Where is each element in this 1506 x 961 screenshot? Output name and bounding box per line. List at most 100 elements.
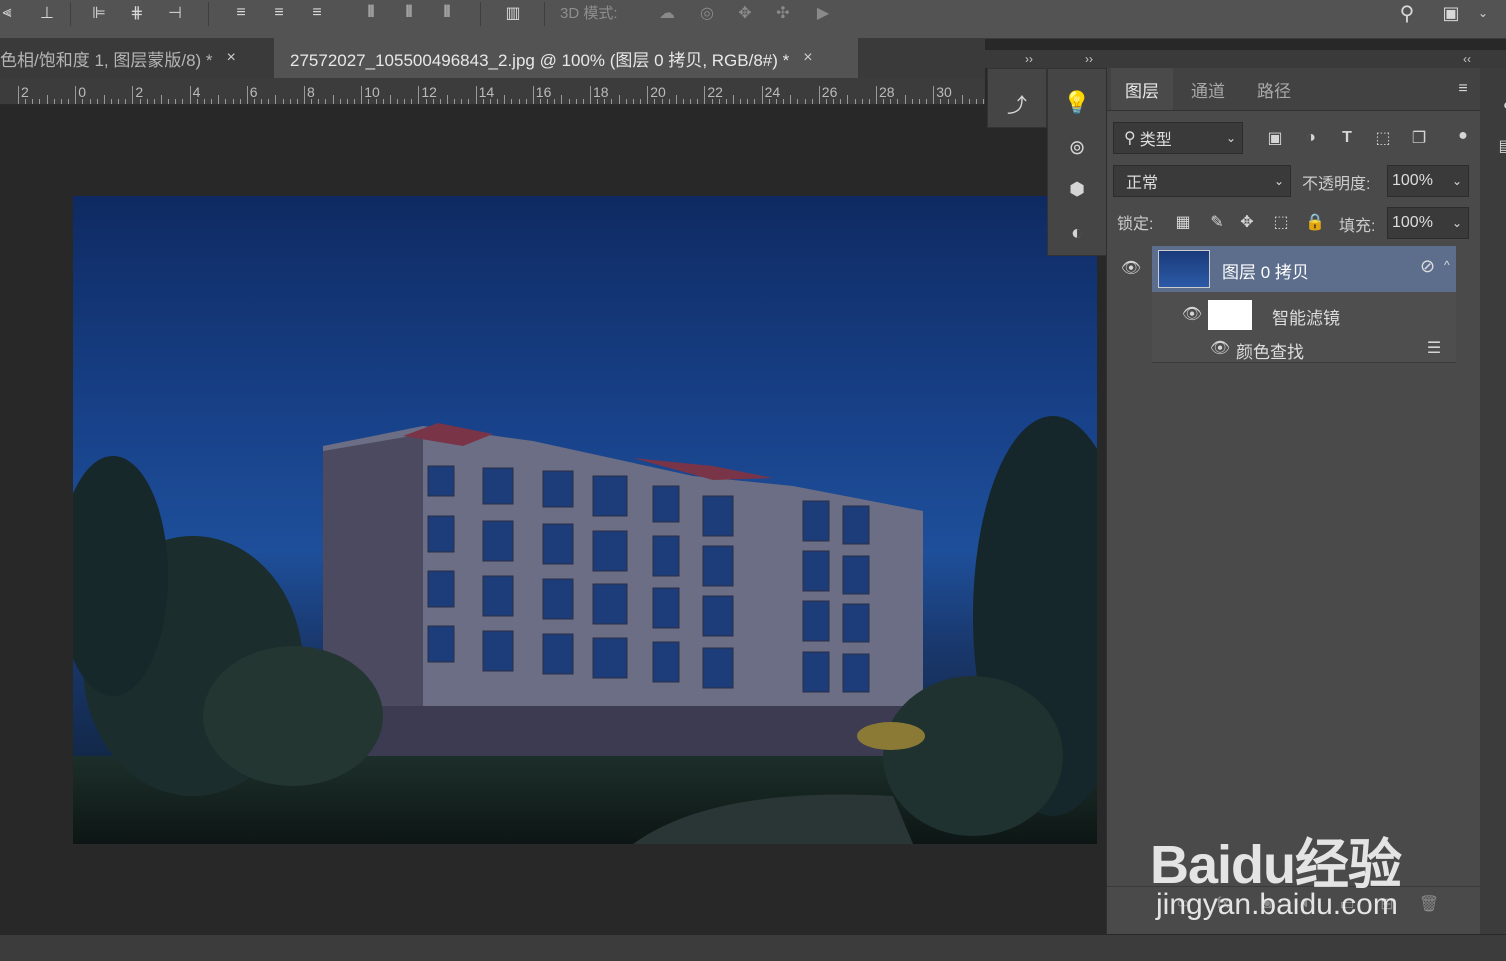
lock-position-icon[interactable]: ✥ <box>1235 210 1259 234</box>
distribute-left-icon[interactable]: ⦀ <box>360 2 382 24</box>
align-bottom-icon[interactable]: ⊥ <box>36 2 58 24</box>
filter-name[interactable]: 颜色查找 <box>1236 338 1304 363</box>
ruler-minor-tick <box>840 99 842 104</box>
collapse-dock-icon[interactable]: ›› <box>1025 52 1033 66</box>
document-image[interactable] <box>73 196 1097 844</box>
align-left-icon[interactable]: ⊫ <box>88 2 110 24</box>
ruler-minor-tick <box>239 99 241 104</box>
ruler-minor-tick <box>139 99 141 104</box>
filter-blending-options-icon[interactable]: ☰ <box>1422 336 1446 360</box>
workspace-dropdown-icon[interactable]: ⌄ <box>1472 2 1494 24</box>
distribute-right-icon[interactable]: ⦀ <box>436 2 458 24</box>
ruler-minor-tick <box>747 99 749 104</box>
collapsed-panel-icon[interactable]: ◖ <box>1494 94 1506 118</box>
visibility-eye-icon[interactable]: 👁 <box>1119 256 1143 280</box>
3d-slide-icon[interactable]: ✣ <box>772 2 794 24</box>
filter-smart-object-icon[interactable]: ❐ <box>1407 126 1431 150</box>
collapsed-panel-icon[interactable]: ▤ <box>1494 134 1506 158</box>
3d-orbit-icon[interactable]: ☁ <box>656 2 678 24</box>
close-icon[interactable]: × <box>803 49 812 67</box>
search-icon[interactable]: ⚲ <box>1396 2 1418 25</box>
ruler-label: 30 <box>936 84 952 100</box>
auto-align-icon[interactable]: ▥ <box>502 2 524 24</box>
ruler-minor-tick <box>103 95 105 104</box>
lock-artboard-icon[interactable]: ⬚ <box>1269 210 1293 234</box>
3d-scale-icon[interactable]: ▶ <box>812 2 834 24</box>
ruler-minor-tick <box>768 99 770 104</box>
3d-pan-icon[interactable]: ✥ <box>734 2 756 24</box>
lock-transparent-icon[interactable]: ▦ <box>1171 210 1195 234</box>
smart-filter-badge-icon[interactable]: ⊘ <box>1420 256 1435 277</box>
align-left-edges-icon[interactable]: ⫷ <box>0 2 18 24</box>
filter-kind-select[interactable]: ⚲ 类型 ⌄ <box>1113 122 1243 154</box>
tab-active-document[interactable]: 27572027_105500496843_2.jpg @ 100% (图层 0… <box>274 38 858 78</box>
ruler-label: 18 <box>593 84 609 100</box>
filter-pixel-icon[interactable]: ▣ <box>1263 126 1287 150</box>
ruler-label: 16 <box>535 84 552 100</box>
ruler-label: 12 <box>421 84 437 100</box>
lock-paint-icon[interactable]: ✎ <box>1205 210 1229 234</box>
ruler-minor-tick <box>725 99 727 104</box>
filter-shape-icon[interactable]: ⬚ <box>1371 126 1395 150</box>
ruler-minor-tick <box>60 99 62 104</box>
filter-mask-thumbnail[interactable] <box>1208 300 1252 330</box>
opacity-input[interactable]: 100% ⌄ <box>1387 165 1469 197</box>
filter-toggle-icon[interactable]: ● <box>1451 124 1475 148</box>
adjustments-icon[interactable]: ◐ <box>1065 221 1089 245</box>
ruler-minor-tick <box>125 99 127 104</box>
align-right-icon[interactable]: ⊣ <box>164 2 186 24</box>
tab-hue-saturation[interactable]: 色相/饱和度 1, 图层蒙版/8) * × <box>0 38 270 78</box>
distribute-vcenter-icon[interactable]: ≡ <box>268 2 290 24</box>
ruler-minor-tick <box>454 99 456 104</box>
tab-layers[interactable]: 图层 <box>1111 68 1173 110</box>
history-icon[interactable]: ⤴ <box>1005 91 1029 117</box>
ruler-tick <box>189 86 191 104</box>
ruler-minor-tick <box>597 99 599 104</box>
3d-icon[interactable]: ⬢ <box>1065 177 1089 201</box>
search-icon: ⚲ <box>1124 130 1136 147</box>
chevron-down-icon: ⌄ <box>1451 216 1462 230</box>
fill-input[interactable]: 100% ⌄ <box>1387 207 1469 239</box>
filter-type-icon[interactable]: T <box>1335 126 1359 150</box>
expand-dock-icon[interactable]: ‹‹ <box>1463 52 1471 66</box>
ruler-minor-tick <box>604 99 606 104</box>
filter-adjustment-icon[interactable]: ◑ <box>1299 126 1323 150</box>
ruler-minor-tick <box>425 99 427 104</box>
ruler-minor-tick <box>861 99 863 104</box>
expand-arrow-icon[interactable]: ^ <box>1444 258 1450 272</box>
ruler-minor-tick <box>447 95 448 104</box>
blend-mode-select[interactable]: 正常 ⌄ <box>1113 165 1291 197</box>
ruler-minor-tick <box>389 95 391 104</box>
filter-kind-value: 类型 <box>1139 132 1172 149</box>
ruler-minor-tick <box>296 99 298 104</box>
ruler-minor-tick <box>225 99 227 104</box>
ruler-minor-tick <box>654 99 656 104</box>
visibility-eye-icon[interactable]: 👁 <box>1208 336 1232 360</box>
distribute-bottom-icon[interactable]: ≡ <box>306 2 328 24</box>
learn-lightbulb-icon[interactable]: 💡 <box>1063 90 1090 115</box>
horizontal-ruler[interactable]: 2 0 2 4 6 8 10 12 14 16 18 20 22 24 26 28 30 <box>0 78 985 105</box>
distribute-hcenter-icon[interactable]: ⦀ <box>398 2 420 24</box>
ruler-tick <box>933 86 935 104</box>
ruler-tick <box>818 86 820 104</box>
ruler-minor-tick <box>461 99 463 104</box>
align-horizontal-center-icon[interactable]: ⋕ <box>126 2 148 24</box>
panel-menu-icon[interactable]: ≡ <box>1451 77 1475 101</box>
visibility-eye-icon[interactable]: 👁 <box>1180 302 1204 326</box>
close-icon[interactable]: × <box>227 49 236 67</box>
distribute-top-icon[interactable]: ≡ <box>230 2 252 24</box>
tab-paths[interactable]: 路径 <box>1243 68 1305 110</box>
3d-roll-icon[interactable]: ◎ <box>696 2 718 24</box>
ruler-tick <box>647 86 649 104</box>
layer-row-selected[interactable]: 图层 0 拷贝 ⊘ ^ <box>1152 246 1456 292</box>
ruler-minor-tick <box>561 95 563 104</box>
status-bar <box>0 935 1506 961</box>
workspace-icon[interactable]: ▣ <box>1440 2 1462 24</box>
ruler-tick <box>361 86 363 104</box>
ruler-minor-tick <box>783 99 785 104</box>
lock-all-icon[interactable]: 🔒 <box>1303 210 1327 234</box>
tab-channels[interactable]: 通道 <box>1177 68 1239 110</box>
fill-label: 填充: <box>1339 218 1376 235</box>
libraries-icon[interactable]: ⊚ <box>1065 135 1089 159</box>
collapse-dock-icon[interactable]: ›› <box>1085 52 1093 66</box>
